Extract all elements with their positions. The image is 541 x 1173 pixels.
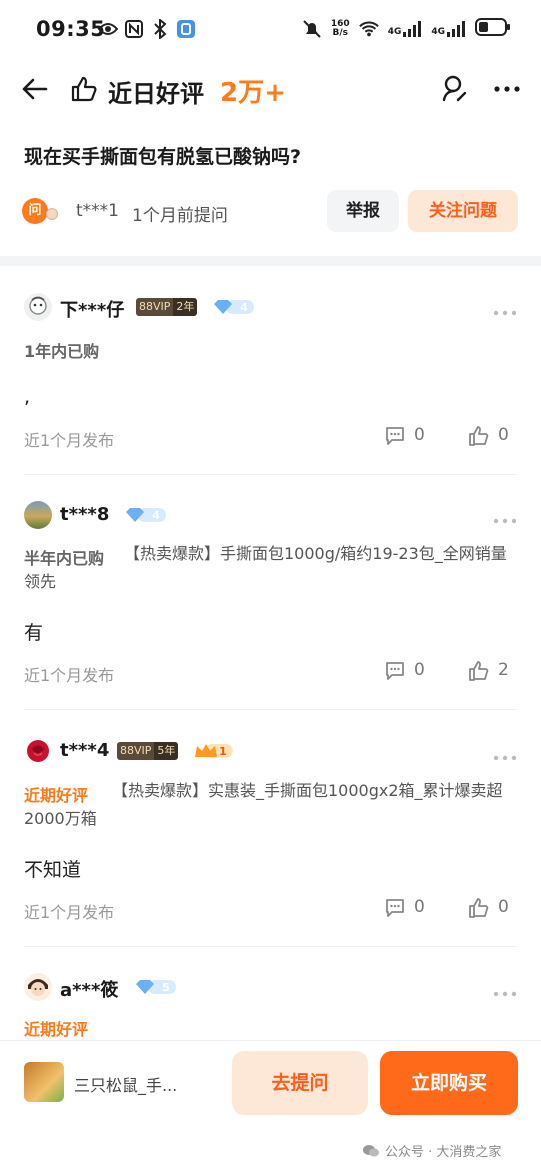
sku-description: 【热卖爆款】实惠装_手撕面包1000gx2箱_累计爆卖超2000万箱 <box>24 781 503 828</box>
divider <box>24 946 517 947</box>
answer-text: 有 <box>24 622 44 644</box>
section-divider <box>0 256 541 266</box>
answer-user-name: t***4 <box>60 740 110 761</box>
answer-user-name: 下***仔 <box>60 300 125 321</box>
like-icon[interactable] <box>468 425 490 447</box>
watermark: 公众号 · 大消费之家 <box>362 1141 501 1160</box>
signal-sim1-icon: 4G <box>388 21 423 37</box>
question-title: 现在买手撕面包有脱氢已酸钠吗? <box>24 146 302 168</box>
thumbs-up-icon <box>70 75 98 103</box>
answer-text: 不知道 <box>24 859 82 881</box>
diamond-level-badge: 4 <box>124 506 168 524</box>
bluetooth-icon <box>150 19 170 39</box>
question-meta: 问 t***1 1个月前提问 举报 关注问题 <box>22 190 522 232</box>
more-options-icon[interactable] <box>492 74 522 104</box>
svg-text:4: 4 <box>240 301 248 314</box>
svg-text:4: 4 <box>152 509 160 522</box>
answer-user-name: t***8 <box>60 504 110 525</box>
answer-text: , <box>24 386 31 408</box>
network-speed: 160 B/s <box>330 19 350 38</box>
asker-avatar <box>46 208 58 220</box>
vip-badge: 88VIP 5年 <box>117 742 179 760</box>
battery-icon <box>475 18 511 40</box>
comment-count: 0 <box>414 425 425 445</box>
asked-time: 1个月前提问 <box>132 206 228 226</box>
product-thumbnail[interactable] <box>24 1062 64 1102</box>
product-name[interactable]: 三只松鼠_手... <box>74 1072 177 1096</box>
crown-level-badge: 1 <box>193 741 235 761</box>
answer-item: t***8 4 半年内已购 【热卖爆款】手撕面包1000g/箱约19-23包_全… <box>0 498 541 710</box>
sku-description: 【热卖爆款】手撕面包1000g/箱约19-23包_全网销量领先 <box>24 544 507 591</box>
answer-more-icon[interactable] <box>493 510 517 524</box>
nfc-icon <box>124 19 144 39</box>
status-bar: 09:35 160 B/s 4G 4G <box>0 0 541 60</box>
answer-time: 近1个月发布 <box>24 431 115 450</box>
svg-text:5: 5 <box>162 981 170 994</box>
like-count: 0 <box>498 425 509 445</box>
svg-text:1: 1 <box>219 745 227 758</box>
signal-sim2-icon: 4G <box>431 21 466 37</box>
diamond-level-badge: 4 <box>212 298 256 316</box>
comment-icon[interactable] <box>384 660 406 682</box>
asker-name: t***1 <box>76 201 119 221</box>
answer-more-icon[interactable] <box>493 983 517 997</box>
comment-icon[interactable] <box>384 897 406 919</box>
answer-user-name: a***筱 <box>60 980 119 1001</box>
review-tag: 近期好评 <box>24 1020 89 1039</box>
follow-question-button[interactable]: 关注问题 <box>408 190 518 232</box>
avatar[interactable] <box>24 293 52 321</box>
ask-question-button[interactable]: 去提问 <box>232 1051 368 1115</box>
comment-count: 0 <box>414 660 425 680</box>
status-time: 09:35 <box>36 17 106 41</box>
like-count: 0 <box>498 897 509 917</box>
user-search-icon[interactable] <box>440 74 470 104</box>
buy-now-button[interactable]: 立即购买 <box>380 1051 518 1115</box>
avatar[interactable] <box>24 973 52 1001</box>
answer-item: t***4 88VIP 5年 1 近期好评 【热卖爆款】实惠装_手撕面包1000g… <box>0 735 541 947</box>
top-nav: 近日好评 2万+ <box>0 60 541 120</box>
divider <box>24 474 517 475</box>
vip-badge: 88VIP 2年 <box>136 298 198 316</box>
answer-time: 近1个月发布 <box>24 666 115 685</box>
answer-more-icon[interactable] <box>493 302 517 316</box>
answer-time: 近1个月发布 <box>24 903 115 922</box>
bottom-action-bar: 三只松鼠_手... 去提问 立即购买 公众号 · 大消费之家 <box>0 1040 541 1173</box>
comment-icon[interactable] <box>384 425 406 447</box>
answer-item: 下***仔 88VIP 2年 4 1年内已购 , 近1个月发布 0 0 <box>0 280 541 475</box>
answer-item: a***筱 5 近期好评 <box>0 972 541 1040</box>
app-notification-icon <box>176 19 196 39</box>
back-arrow-icon[interactable] <box>20 74 50 104</box>
avatar[interactable] <box>24 737 52 765</box>
like-count: 2 <box>498 660 509 680</box>
diamond-level-badge: 5 <box>134 978 178 996</box>
like-icon[interactable] <box>468 660 490 682</box>
avatar[interactable] <box>24 501 52 529</box>
review-count: 2万+ <box>220 78 286 108</box>
question-badge: 问 <box>22 198 48 224</box>
page-title: 近日好评 <box>108 80 204 108</box>
answer-more-icon[interactable] <box>493 747 517 761</box>
wechat-icon <box>363 1144 379 1156</box>
report-button[interactable]: 举报 <box>327 190 399 232</box>
divider <box>24 709 517 710</box>
like-icon[interactable] <box>468 897 490 919</box>
wifi-icon <box>358 19 379 39</box>
mute-bell-icon <box>302 19 322 39</box>
eye-icon <box>98 19 118 39</box>
comment-count: 0 <box>414 897 425 917</box>
purchase-tag: 1年内已购 <box>24 342 100 361</box>
